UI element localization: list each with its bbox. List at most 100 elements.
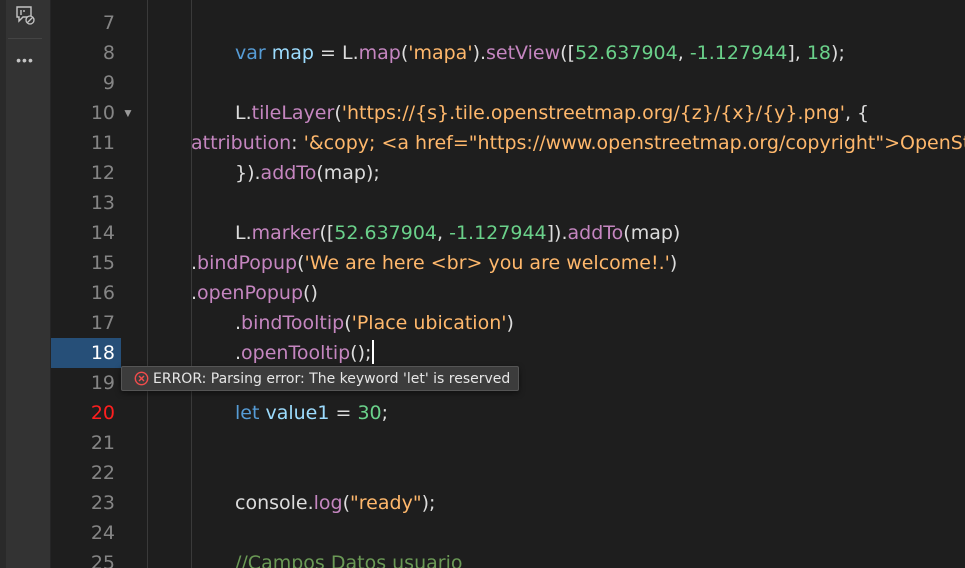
code-line[interactable]: 23 console.log("ready"); [51, 488, 965, 518]
code-line[interactable]: 8 var map = L.map('mapa').setView([52.637… [51, 38, 965, 68]
code-text: //Campos Datos usuario [235, 548, 462, 568]
code-token: addTo [567, 222, 624, 244]
code-line[interactable]: 18 .openTooltip(); [51, 338, 965, 368]
code-token: ); [421, 492, 436, 514]
activity-bar-separator [8, 38, 42, 39]
code-token: ([ [319, 222, 335, 244]
code-token: ( [316, 162, 324, 184]
line-number: 20 [90, 402, 115, 424]
code-line[interactable]: 11 attribution: '&copy; <a href="https://… [51, 128, 965, 158]
code-token: value1 [265, 402, 330, 424]
code-token: 'mapa' [408, 42, 473, 64]
code-line[interactable]: 7 [51, 8, 965, 38]
code-token: var [235, 42, 266, 64]
code-token: setView [486, 42, 561, 64]
code-token: ; [381, 402, 389, 424]
code-text: var map = L.map('mapa').setView([52.6379… [235, 38, 845, 68]
code-text: .openTooltip(); [235, 338, 375, 368]
line-number: 14 [90, 222, 115, 244]
error-circle-icon [134, 371, 149, 386]
code-token: ( [344, 312, 352, 334]
line-number: 22 [90, 462, 115, 484]
code-token: bindPopup [197, 252, 298, 274]
code-line[interactable]: 25 //Campos Datos usuario [51, 548, 965, 568]
code-token: () [303, 282, 318, 304]
line-number: 23 [90, 492, 115, 514]
fold-chevron-icon[interactable]: ▼ [121, 98, 135, 128]
line-number: 13 [90, 192, 115, 214]
code-token: "ready" [350, 492, 422, 514]
line-number: 9 [102, 72, 115, 94]
code-token: -1.127944 [449, 222, 547, 244]
code-line[interactable]: 20 let value1 = 30; [51, 398, 965, 428]
code-line[interactable]: 14 L.marker([52.637904, -1.127944]).addTo… [51, 218, 965, 248]
code-line[interactable]: 15 .bindPopup('We are here <br> you are w… [51, 248, 965, 278]
code-line[interactable]: 12 }).addTo(map); [51, 158, 965, 188]
code-token: let [235, 402, 260, 424]
line-number: 15 [90, 252, 115, 274]
code-token: attribution [191, 132, 292, 154]
code-line[interactable]: 13 [51, 188, 965, 218]
code-line[interactable]: 9 [51, 68, 965, 98]
comment-check-icon[interactable] [0, 0, 50, 30]
code-text: L.tileLayer('https://{s}.tile.openstreet… [235, 98, 869, 128]
line-number: 17 [90, 312, 115, 334]
line-number: 24 [90, 522, 115, 544]
code-token: marker [251, 222, 320, 244]
code-token: , [437, 222, 450, 244]
code-text: attribution: '&copy; <a href="https://ww… [191, 128, 965, 158]
code-line[interactable]: 17 .bindTooltip('Place ubication') [51, 308, 965, 338]
line-number: 11 [90, 132, 115, 154]
code-token: L [235, 222, 246, 244]
code-line[interactable]: 16 .openPopup() [51, 278, 965, 308]
line-number: 7 [102, 12, 115, 34]
more-icon[interactable]: ••• [0, 45, 50, 75]
code-token: 30 [357, 402, 382, 424]
code-line[interactable]: 24 [51, 518, 965, 548]
code-token: 'We are here <br> you are welcome!.' [304, 252, 670, 274]
code-token: 18 [806, 42, 832, 64]
code-line[interactable]: 21 [51, 428, 965, 458]
code-token: ). [472, 42, 487, 64]
code-token: L [341, 42, 353, 64]
code-token: ( [334, 102, 342, 124]
line-number: 12 [90, 162, 115, 184]
code-text: .bindTooltip('Place ubication') [235, 308, 514, 338]
code-line[interactable]: 10 ▼ L.tileLayer('https://{s}.tile.openstr… [51, 98, 965, 128]
line-number: 18 [51, 338, 121, 368]
code-text: let value1 = 30; [235, 398, 388, 428]
code-token: '&copy; <a href="https://www.openstreetm… [303, 132, 965, 154]
text-cursor [372, 340, 375, 364]
code-token: ( [342, 492, 351, 514]
activity-bar: ••• [0, 0, 51, 568]
code-line[interactable]: 22 [51, 458, 965, 488]
code-token: -1.127944 [689, 42, 788, 64]
code-text: .bindPopup('We are here <br> you are wel… [191, 248, 677, 278]
code-token: ); [831, 42, 845, 64]
line-number: 21 [90, 432, 115, 454]
line-number: 16 [90, 282, 115, 304]
code-text: L.marker([52.637904, -1.127944]).addTo(m… [235, 218, 680, 248]
code-token: ) [669, 252, 678, 274]
code-token: tileLayer [251, 102, 335, 124]
code-editor[interactable]: 7 8 var map = L.map('mapa').setView([52.63… [51, 0, 965, 568]
code-token: L [235, 102, 246, 124]
code-text: }).addTo(map); [235, 158, 380, 188]
code-token: = [329, 402, 358, 424]
code-token: ], [787, 42, 807, 64]
code-token: ([ [560, 42, 575, 64]
code-token: , { [844, 102, 870, 124]
activity-bar-edge [0, 0, 6, 568]
line-number: 19 [90, 372, 115, 394]
code-token: 52.637904 [334, 222, 438, 244]
code-token: console [235, 492, 308, 514]
code-token: , [677, 42, 690, 64]
code-token: 'https://{s}.tile.openstreetmap.org/{z}/… [341, 102, 845, 124]
code-token: ]). [546, 222, 568, 244]
error-message: ERROR: Parsing error: The keyword 'let' … [153, 370, 511, 387]
code-text: .openPopup() [191, 278, 318, 308]
more-icon-glyph: ••• [16, 52, 34, 68]
code-token: ); [365, 162, 380, 184]
line-number: 10 [90, 102, 115, 124]
code-token: openPopup [197, 282, 304, 304]
